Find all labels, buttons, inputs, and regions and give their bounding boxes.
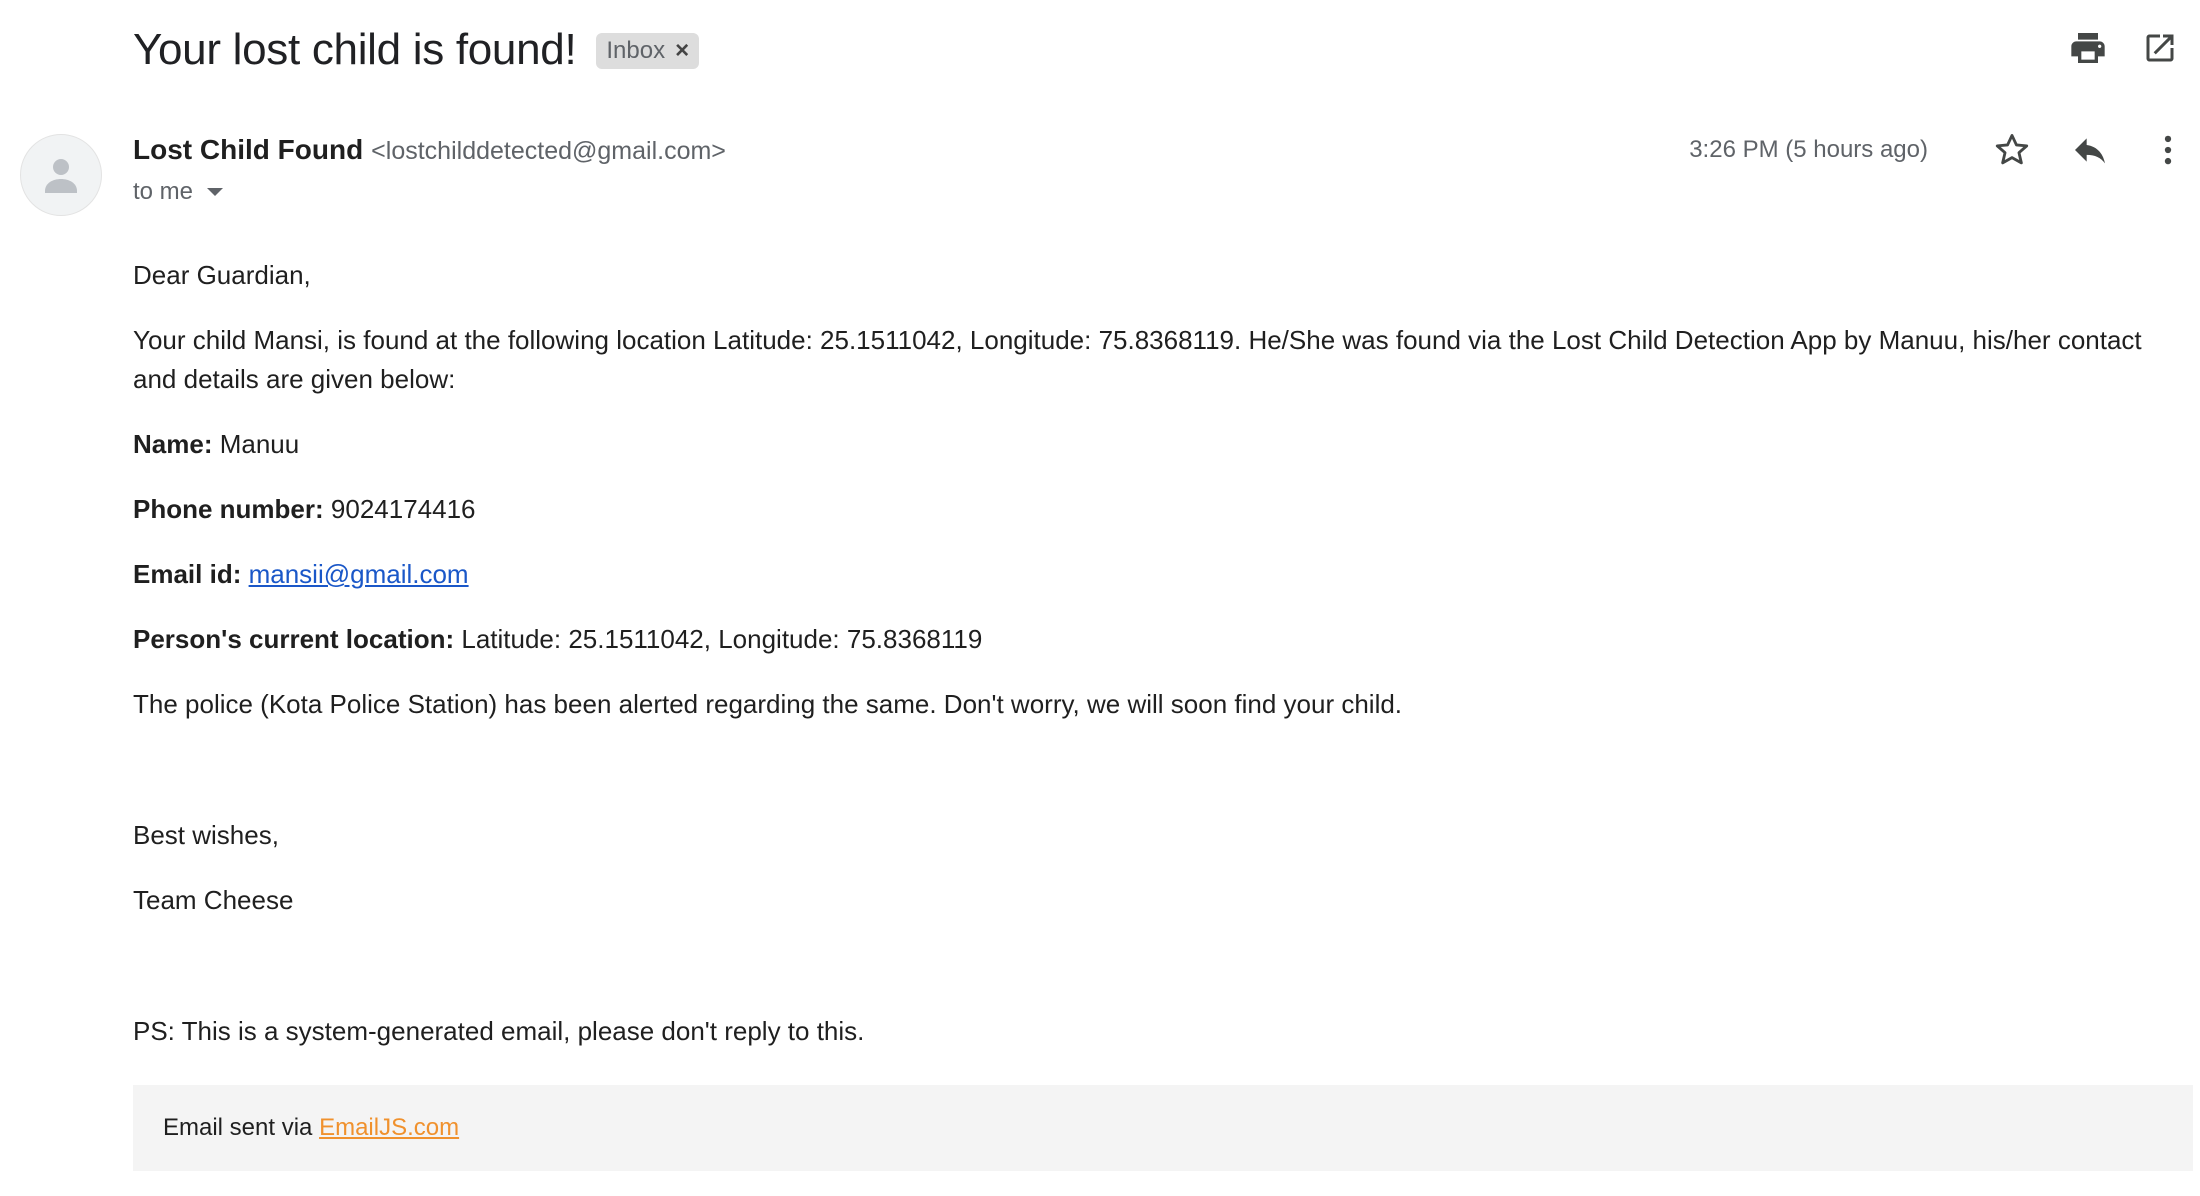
star-icon — [1995, 134, 2029, 165]
email-subject: Your lost child is found! — [133, 25, 577, 74]
finder-name-line: Name: Manuu — [133, 425, 2173, 464]
message-timestamp: 3:26 PM (5 hours ago) — [1689, 136, 1928, 163]
phone-value: 9024174416 — [323, 494, 476, 524]
ps-note: PS: This is a system-generated email, pl… — [133, 1016, 865, 1046]
subject-row: Your lost child is found! Inbox × — [133, 20, 700, 80]
signature: Team Cheese — [133, 885, 294, 915]
more-options-button[interactable] — [2146, 128, 2190, 172]
emailjs-link[interactable]: EmailJS.com — [319, 1114, 459, 1141]
recipient-text: to me — [133, 178, 194, 205]
sender-line: Lost Child Found <lostchilddetected@gmai… — [133, 134, 726, 166]
location-label: Person's current location: — [133, 624, 455, 654]
print-all-button[interactable] — [2066, 26, 2110, 70]
location-value: Latitude: 25.1511042, Longitude: 75.8368… — [454, 624, 983, 654]
intro-paragraph: Your child Mansi, is found at the follow… — [133, 325, 2142, 394]
sender-avatar[interactable] — [20, 134, 102, 216]
finder-name-label: Name: — [133, 429, 213, 459]
open-in-new-window-icon — [2146, 34, 2174, 62]
police-note: The police (Kota Police Station) has bee… — [133, 689, 1403, 719]
greeting: Dear Guardian, — [133, 260, 311, 290]
footer-text: Email sent via EmailJS.com — [133, 1114, 459, 1142]
footer-prefix: Email sent via — [163, 1114, 320, 1141]
chevron-down-icon — [207, 188, 224, 196]
print-icon — [2071, 33, 2105, 63]
finder-name-value: Manuu — [212, 429, 300, 459]
emailjs-footer: Email sent via EmailJS.com — [133, 1085, 2193, 1171]
closing: Best wishes, — [133, 820, 279, 850]
reply-icon — [2075, 138, 2105, 164]
message-meta: 3:26 PM (5 hours ago) — [1689, 128, 2190, 172]
phone-line: Phone number: 9024174416 — [133, 490, 2173, 529]
reply-button[interactable] — [2068, 128, 2112, 172]
label-chip-text: Inbox — [606, 37, 666, 64]
thread-actions — [2066, 26, 2182, 70]
email-id-link[interactable]: mansii@gmail.com — [249, 559, 469, 589]
more-vert-icon — [2164, 135, 2172, 165]
remove-label-button[interactable]: × — [675, 37, 689, 65]
label-chip-inbox[interactable]: Inbox × — [596, 33, 700, 69]
sender-name[interactable]: Lost Child Found — [133, 134, 363, 166]
email-id-line: Email id: mansii@gmail.com — [133, 555, 2173, 594]
open-in-new-window-button[interactable] — [2138, 26, 2182, 70]
sender-email: <lostchilddetected@gmail.com> — [371, 137, 726, 165]
message-body: Dear Guardian, Your child Mansi, is foun… — [133, 256, 2173, 1077]
star-button[interactable] — [1990, 128, 2034, 172]
person-icon — [45, 159, 77, 193]
phone-label: Phone number: — [133, 494, 324, 524]
location-line: Person's current location: Latitude: 25.… — [133, 620, 2173, 659]
recipient-details-toggle[interactable]: to me — [133, 178, 726, 206]
sender-block: Lost Child Found <lostchilddetected@gmai… — [133, 134, 726, 206]
email-id-label: Email id: — [133, 559, 242, 589]
